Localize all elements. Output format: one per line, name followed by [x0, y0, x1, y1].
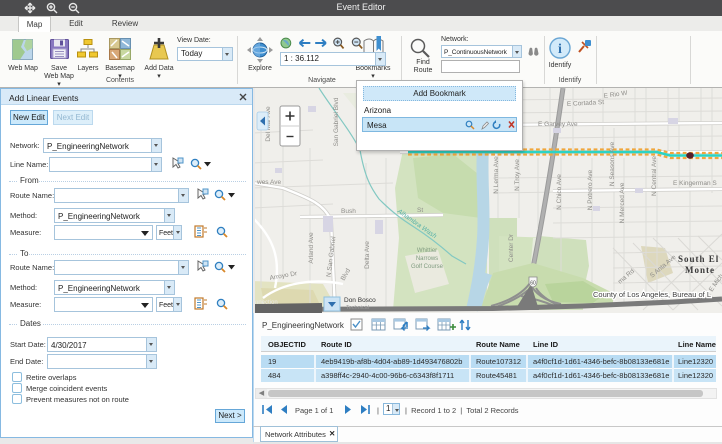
svg-text:South El: South El	[678, 254, 719, 264]
svg-text:Center Dr: Center Dr	[508, 233, 515, 262]
svg-text:N Chico Ave: N Chico Ave	[556, 174, 563, 210]
svg-text:N Central Ave: N Central Ave	[651, 156, 658, 196]
svg-text:N Lerma Ave: N Lerma Ave	[493, 156, 500, 194]
svg-text:Arland Ave: Arland Ave	[308, 232, 315, 264]
svg-text:E Kingerman S: E Kingerman S	[673, 180, 717, 187]
svg-text:Whittier: Whittier	[417, 248, 437, 254]
svg-text:i: i	[558, 42, 562, 57]
svg-text:Don Bosco: Don Bosco	[344, 297, 376, 304]
svg-text:Delta Ave: Delta Ave	[364, 241, 371, 269]
svg-text:St: St	[417, 207, 423, 214]
svg-text:Golf Course: Golf Course	[411, 264, 444, 270]
svg-text:San Gabriel Blvd: San Gabriel Blvd	[333, 97, 340, 146]
svg-text:60: 60	[530, 281, 536, 287]
svg-text:N Seasons Ave: N Seasons Ave	[609, 141, 616, 186]
svg-text:Technical: Technical	[346, 305, 369, 311]
svg-text:County of Los Angeles, Bureau: County of Los Angeles, Bureau of L	[593, 290, 711, 299]
svg-text:Monte: Monte	[685, 265, 715, 275]
svg-text:wes Ave: wes Ave	[256, 179, 281, 186]
svg-text:N Merced Ave: N Merced Ave	[619, 182, 626, 223]
svg-text:nnection: nnection	[255, 300, 278, 306]
svg-text:N Potrero Ave: N Potrero Ave	[587, 169, 594, 210]
svg-text:Bush: Bush	[341, 208, 356, 215]
svg-text:Narrows: Narrows	[416, 256, 438, 262]
svg-text:E Garvey Ave: E Garvey Ave	[538, 121, 578, 128]
svg-text:N Troy Ave: N Troy Ave	[514, 159, 521, 191]
